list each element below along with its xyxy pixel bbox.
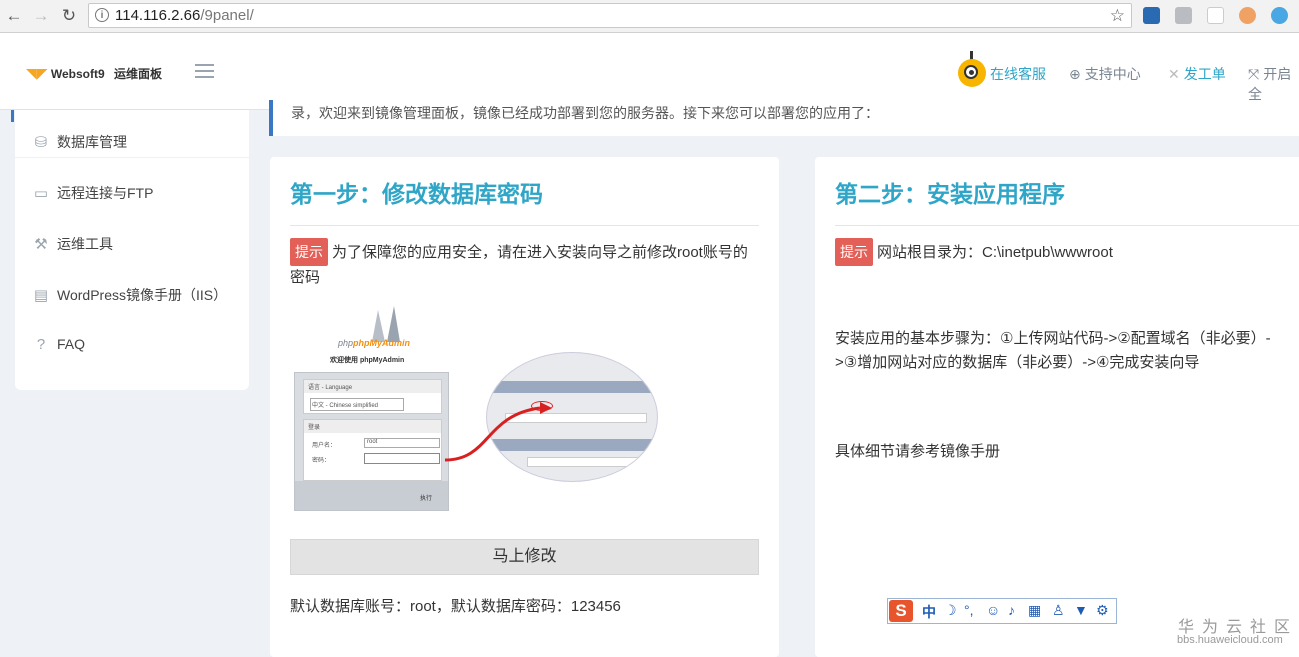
bookmark-star-icon[interactable]: ☆ bbox=[1110, 6, 1125, 26]
chatbot-mascot-icon[interactable] bbox=[956, 51, 988, 91]
menu-toggle-icon[interactable] bbox=[195, 64, 214, 78]
forward-icon[interactable]: → bbox=[30, 5, 52, 27]
ime-mode[interactable]: 中 bbox=[922, 602, 936, 622]
ime-toolbar[interactable]: S 中 ☽ °, ☺ ♪ ▦ ♙ ▼ ⚙ bbox=[887, 598, 1117, 624]
address-bar[interactable]: i 114.116.2.66/9panel/ ☆ bbox=[88, 3, 1132, 28]
extension-cursor-icon[interactable] bbox=[1207, 7, 1224, 24]
nav-support-center[interactable]: ⊕ 支持中心 bbox=[1069, 64, 1141, 84]
info-icon[interactable]: i bbox=[95, 8, 109, 22]
arrow-icon bbox=[444, 402, 552, 462]
modify-password-button[interactable]: 马上修改 bbox=[290, 539, 759, 575]
url-text[interactable]: 114.116.2.66/9panel/ bbox=[115, 7, 254, 24]
database-icon: ⛁ bbox=[34, 134, 48, 151]
install-steps: 安装应用的基本步骤为：①上传网站代码->②配置域名（非必要）->③增加网站对应的… bbox=[835, 330, 1271, 371]
fullscreen-icon: ⤧ bbox=[1248, 66, 1260, 82]
nav-online-service[interactable]: 在线客服 bbox=[990, 64, 1046, 84]
sidebar: ⛁ 数据库管理 ▭ 远程连接与FTP ⚒ 运维工具 ▤ WordPress镜像手册（II… bbox=[11, 110, 249, 390]
default-credentials: 默认数据库账号：root，默认数据库密码：123456 bbox=[290, 598, 621, 615]
step1-title: 第一步：修改数据库密码 bbox=[290, 181, 543, 207]
app-header: ◥◤ Websoft9 运维面板 在线客服 ⊕ 支持中心 ✕ 发工单 ⤧ 开启全 bbox=[0, 33, 1299, 110]
reload-icon[interactable]: ↻ bbox=[58, 5, 80, 27]
websoft9-logo-icon: ◥◤ bbox=[26, 65, 48, 81]
keyboard-icon[interactable]: ▦ bbox=[1028, 602, 1041, 619]
halfwidth-icon[interactable]: ☽ bbox=[944, 602, 957, 619]
sogou-logo-icon[interactable]: S bbox=[889, 600, 913, 622]
sidebar-active-edge bbox=[11, 110, 14, 122]
monitor-icon: ▭ bbox=[33, 185, 49, 202]
emoji-icon[interactable]: ☺ bbox=[986, 602, 1000, 618]
ticket-icon: ✕ bbox=[1168, 66, 1180, 82]
sidebar-item-database[interactable]: ⛁ 数据库管理 bbox=[31, 132, 127, 156]
wrench-icon: ⚒ bbox=[34, 236, 48, 253]
sidebar-item-remote-ftp[interactable]: ▭ 远程连接与FTP bbox=[31, 183, 154, 207]
user-icon[interactable]: ♙ bbox=[1052, 602, 1065, 619]
extension-orange-icon[interactable] bbox=[1239, 7, 1256, 24]
watermark-url: bbs.huaweicloud.com bbox=[1177, 634, 1283, 646]
welcome-banner: 录，欢迎来到镜像管理面板，镜像已经成功部署到您的服务器。接下来您可以部署您的应用… bbox=[269, 100, 1299, 136]
browser-toolbar: ← → ↻ i 114.116.2.66/9panel/ ☆ bbox=[0, 0, 1299, 33]
divider bbox=[835, 225, 1299, 226]
logo-subtitle: 运维面板 bbox=[114, 67, 163, 81]
banner-text: 录，欢迎来到镜像管理面板，镜像已经成功部署到您的服务器。接下来您可以部署您的应用… bbox=[291, 105, 879, 121]
question-icon: ? bbox=[36, 336, 46, 353]
extension-s-icon[interactable] bbox=[1143, 7, 1160, 24]
microphone-icon[interactable]: ♪ bbox=[1008, 602, 1015, 618]
skin-icon[interactable]: ▼ bbox=[1074, 602, 1088, 618]
logo[interactable]: ◥◤ Websoft9 运维面板 bbox=[26, 65, 162, 82]
nav-fullscreen[interactable]: ⤧ 开启全 bbox=[1248, 64, 1299, 104]
sidebar-item-ops-tools[interactable]: ⚒ 运维工具 bbox=[31, 234, 113, 258]
step2-card: 第二步：安装应用程序 提示 网站根目录为：C:\inetpub\wwwroot 安… bbox=[815, 157, 1299, 657]
punctuation-icon[interactable]: °, bbox=[964, 602, 974, 618]
extension-rp-icon[interactable] bbox=[1175, 7, 1192, 24]
step2-tip: 提示 网站根目录为：C:\inetpub\wwwroot bbox=[835, 238, 1295, 266]
tip-badge: 提示 bbox=[290, 238, 328, 266]
book-icon: ▤ bbox=[33, 287, 49, 304]
manual-note: 具体细节请参考镜像手册 bbox=[835, 443, 1001, 460]
sidebar-item-wordpress-manual[interactable]: ▤ WordPress镜像手册（IIS） bbox=[31, 285, 227, 309]
step2-title: 第二步：安装应用程序 bbox=[835, 181, 1065, 207]
step1-tip: 提示 为了保障您的应用安全，请在进入安装向导之前修改root账号的密码 bbox=[290, 238, 760, 290]
phpmyadmin-screenshot: phpphpMyAdmin 欢迎使用 phpMyAdmin 语言 - Langu… bbox=[290, 300, 760, 515]
divider bbox=[290, 225, 759, 226]
logo-text: Websoft9 bbox=[50, 67, 105, 81]
tip-badge: 提示 bbox=[835, 238, 873, 266]
divider bbox=[15, 157, 249, 158]
nav-submit-ticket[interactable]: ✕ 发工单 bbox=[1168, 64, 1226, 84]
back-icon[interactable]: ← bbox=[3, 5, 25, 27]
sidebar-item-faq[interactable]: ? FAQ bbox=[31, 336, 85, 360]
support-icon: ⊕ bbox=[1069, 66, 1081, 82]
settings-wrench-icon[interactable]: ⚙ bbox=[1096, 602, 1109, 619]
extension-blue-icon[interactable] bbox=[1271, 7, 1288, 24]
